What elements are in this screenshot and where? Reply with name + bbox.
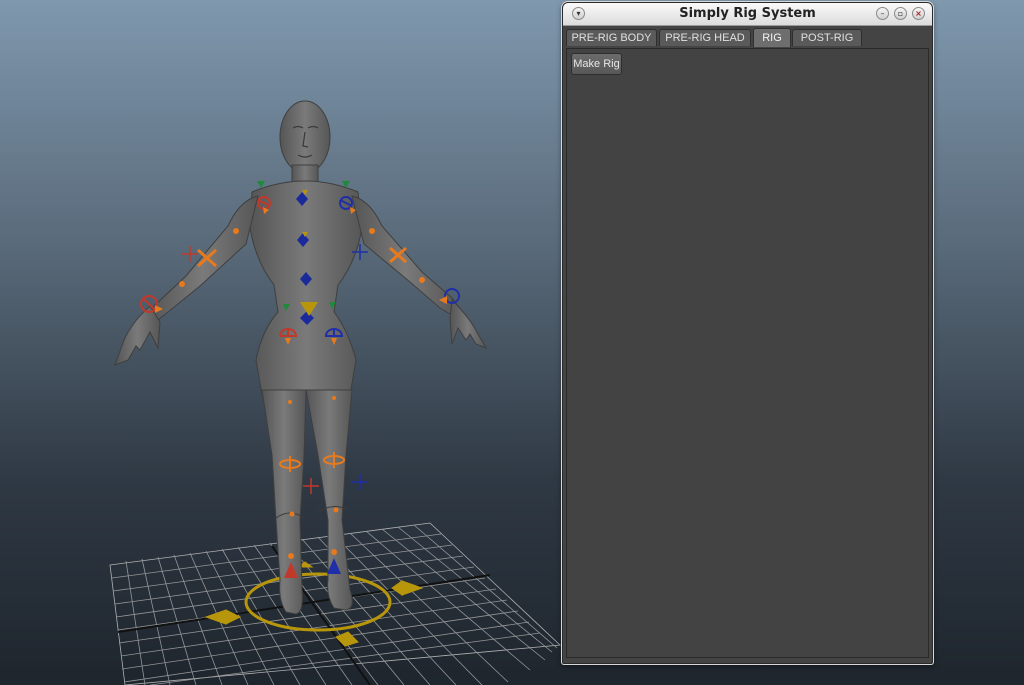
tab-rig[interactable]: RIG [753,28,791,47]
character-model [114,100,488,615]
rig-tab-panel: Make Rig [566,48,929,658]
tab-pre-rig-body[interactable]: PRE-RIG BODY [566,29,657,46]
tab-post-rig[interactable]: POST-RIG [792,29,862,46]
window-titlebar[interactable]: ▾ Simply Rig System – ▫ × [563,3,932,26]
make-rig-button[interactable]: Make Rig [571,53,622,75]
tab-pre-rig-head[interactable]: PRE-RIG HEAD [659,29,751,46]
close-icon[interactable]: × [912,7,925,20]
minimize-icon[interactable]: – [876,7,889,20]
simply-rig-window[interactable]: ▾ Simply Rig System – ▫ × PRE-RIG BODY P… [562,2,933,664]
maximize-icon[interactable]: ▫ [894,7,907,20]
